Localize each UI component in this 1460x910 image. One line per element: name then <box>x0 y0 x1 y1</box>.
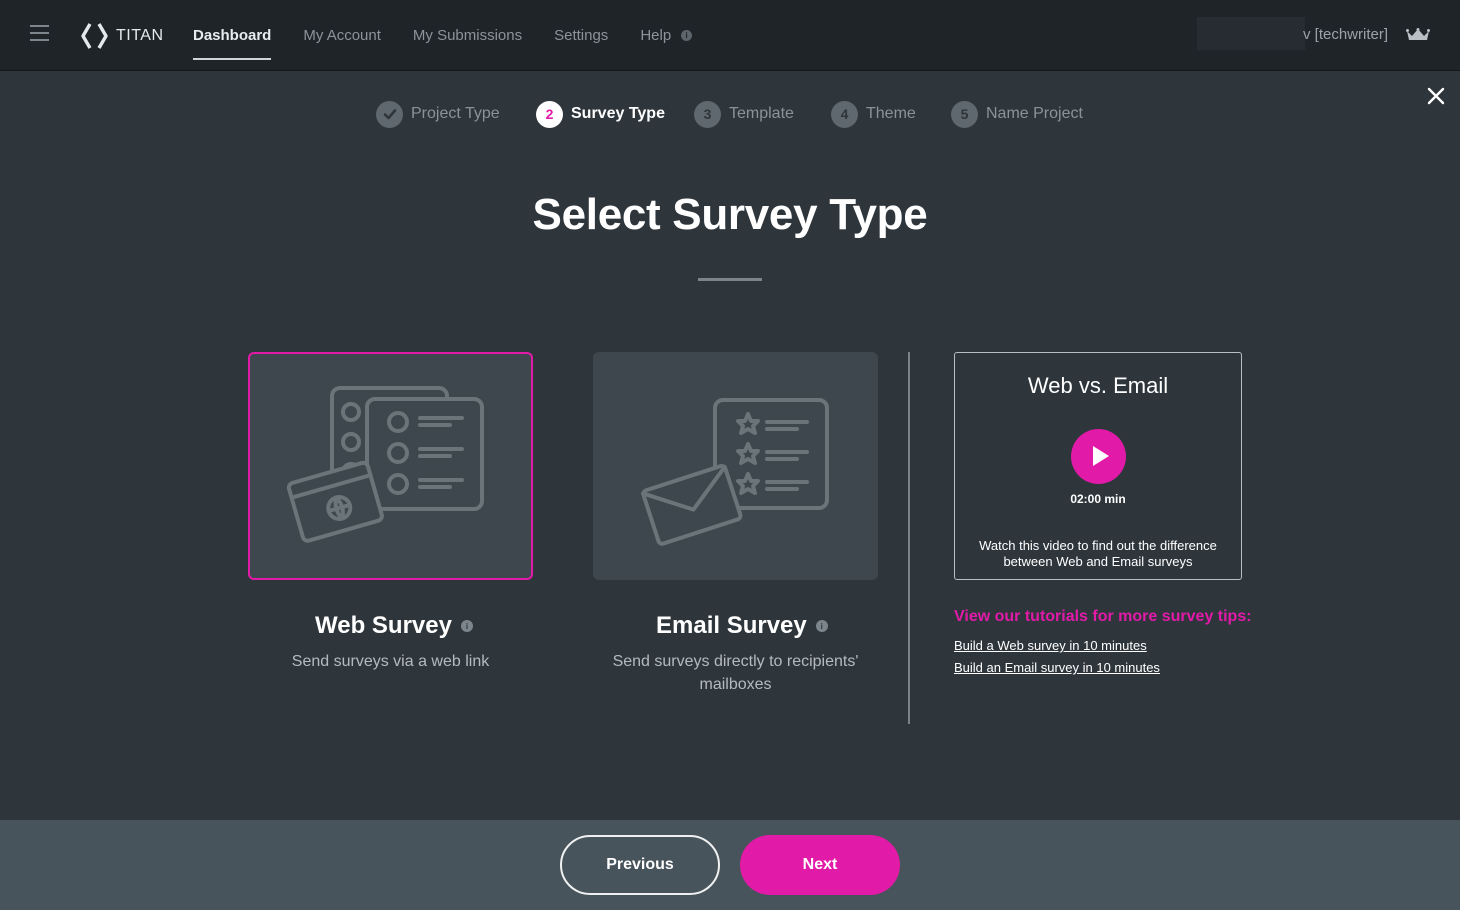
step-number: 4 <box>831 100 858 128</box>
email-survey-title-text: Email Survey <box>656 612 807 639</box>
title-divider <box>698 278 762 281</box>
step-label: Theme <box>866 105 916 122</box>
step-name-project[interactable]: 5 Name Project <box>951 100 1083 128</box>
brand-name: TITAN <box>116 27 164 44</box>
nav-dashboard[interactable]: Dashboard <box>193 0 272 71</box>
email-survey-title: Email Survey i <box>656 612 828 640</box>
info-icon[interactable]: i <box>460 620 473 632</box>
crown-icon <box>1406 28 1430 40</box>
web-survey-illustration <box>286 386 484 543</box>
video-title: Web vs. Email <box>1027 373 1169 398</box>
web-survey-title-text: Web Survey <box>315 612 452 639</box>
step-label: Project Type <box>411 105 500 122</box>
user-name[interactable]: v [techwriter] <box>1303 26 1388 43</box>
step-label: Template <box>729 105 794 122</box>
web-survey-description: Send surveys via a web link <box>291 653 490 670</box>
checkmark-icon <box>376 100 403 128</box>
tutorial-link-web[interactable]: Build a Web survey in 10 minutes <box>954 638 1147 653</box>
wizard-footer: Previous Next <box>0 820 1460 910</box>
tutorials-heading: View our tutorials for more survey tips: <box>954 608 1252 625</box>
nav-help-label: Help <box>640 27 672 44</box>
nav-settings[interactable]: Settings <box>554 0 608 71</box>
video-description: Watch this video to find out the differe… <box>979 538 1217 569</box>
next-button[interactable]: Next <box>740 835 900 895</box>
nav-help[interactable]: Help i <box>640 0 693 71</box>
step-project-type[interactable]: Project Type <box>376 100 500 128</box>
step-number: 2 <box>536 100 563 128</box>
step-template[interactable]: 3 Template <box>694 100 794 128</box>
hamburger-icon[interactable] <box>30 25 49 41</box>
brand-logo[interactable]: TITAN <box>80 22 164 50</box>
info-icon[interactable]: i <box>681 30 693 41</box>
step-theme[interactable]: 4 Theme <box>831 100 916 128</box>
step-label: Survey Type <box>571 105 665 122</box>
step-number: 5 <box>951 100 978 128</box>
play-icon[interactable] <box>1071 429 1126 484</box>
web-survey-card[interactable] <box>248 352 533 580</box>
nav-my-account[interactable]: My Account <box>303 0 381 71</box>
step-number: 3 <box>694 100 721 128</box>
video-panel: Web vs. Email 02:00 min Watch this video… <box>954 352 1242 580</box>
info-icon[interactable]: i <box>815 620 828 632</box>
titan-logo-icon <box>81 23 108 49</box>
step-survey-type[interactable]: 2 Survey Type <box>536 100 665 128</box>
main-nav: Dashboard My Account My Submissions Sett… <box>193 0 724 71</box>
nav-my-submissions[interactable]: My Submissions <box>413 0 522 71</box>
top-navigation-bar: TITAN Dashboard My Account My Submission… <box>0 0 1460 71</box>
email-survey-illustration <box>640 398 829 546</box>
video-duration: 02:00 min <box>1070 492 1126 506</box>
tutorial-link-email[interactable]: Build an Email survey in 10 minutes <box>954 660 1160 675</box>
web-survey-title: Web Survey i <box>315 612 473 640</box>
user-avatar-redacted <box>1197 17 1305 50</box>
email-survey-card[interactable] <box>593 352 878 580</box>
page-title: Select Survey Type <box>532 190 928 239</box>
step-label: Name Project <box>986 105 1083 122</box>
vertical-divider <box>908 352 910 724</box>
previous-button[interactable]: Previous <box>560 835 720 895</box>
wizard-stepper: Project Type 2 Survey Type 3 Template 4 … <box>0 100 1460 130</box>
email-survey-description: Send surveys directly to recipients' mai… <box>612 653 859 693</box>
